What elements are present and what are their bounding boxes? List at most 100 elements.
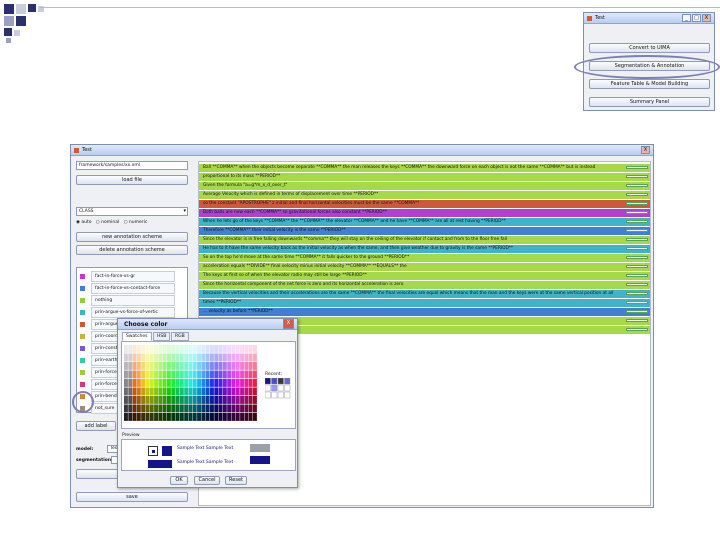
color-swatch[interactable] (154, 362, 158, 370)
color-swatch[interactable] (154, 413, 158, 421)
color-swatch[interactable] (162, 413, 167, 421)
color-swatch[interactable] (184, 379, 189, 387)
color-swatch[interactable] (188, 413, 193, 421)
color-swatch[interactable] (162, 404, 167, 413)
color-swatch[interactable] (248, 353, 253, 362)
color-swatch[interactable] (218, 370, 223, 379)
color-swatch[interactable] (227, 413, 232, 421)
color-swatch[interactable] (179, 362, 184, 370)
color-swatch[interactable] (214, 396, 219, 404)
color-swatch[interactable] (171, 362, 176, 370)
color-swatch[interactable] (128, 387, 133, 396)
segment-row[interactable]: So on the top he'd move at the same time… (199, 254, 650, 262)
color-swatch[interactable] (132, 370, 137, 379)
color-swatch[interactable] (124, 362, 128, 370)
label-color-swatch[interactable] (80, 298, 85, 303)
recent-color-swatch[interactable] (265, 384, 271, 392)
color-swatch[interactable] (210, 387, 214, 396)
color-swatch[interactable] (179, 413, 184, 421)
color-swatch[interactable] (124, 404, 128, 413)
color-swatch[interactable] (240, 404, 244, 413)
color-swatch[interactable] (162, 387, 167, 396)
color-swatch[interactable] (244, 387, 249, 396)
color-swatch[interactable] (214, 362, 219, 370)
color-swatch[interactable] (227, 362, 232, 370)
color-swatch[interactable] (201, 413, 206, 421)
color-swatch[interactable] (197, 345, 201, 353)
maximize-button[interactable]: □ (692, 14, 701, 22)
color-swatch[interactable] (136, 345, 141, 353)
color-swatch[interactable] (145, 345, 150, 353)
color-swatch[interactable] (145, 413, 150, 421)
color-swatch[interactable] (231, 379, 236, 387)
color-swatch[interactable] (240, 345, 244, 353)
color-swatch[interactable] (171, 370, 176, 379)
minimize-button[interactable]: _ (682, 14, 691, 22)
segment-row[interactable]: Average Velocity which is defined in ter… (199, 191, 650, 199)
color-swatch[interactable] (179, 353, 184, 362)
color-swatch[interactable] (162, 353, 167, 362)
color-swatch[interactable] (124, 387, 128, 396)
color-swatch[interactable] (218, 387, 223, 396)
color-swatch[interactable] (231, 370, 236, 379)
color-swatch[interactable] (192, 396, 197, 404)
color-swatch[interactable] (158, 353, 163, 362)
color-swatch[interactable] (154, 353, 158, 362)
color-swatch[interactable] (244, 345, 249, 353)
color-swatch[interactable] (128, 413, 133, 421)
color-swatch[interactable] (253, 396, 257, 404)
color-swatch[interactable] (222, 353, 227, 362)
color-swatch[interactable] (197, 379, 201, 387)
color-swatch[interactable] (253, 353, 257, 362)
color-swatch[interactable] (210, 404, 214, 413)
color-swatch[interactable] (162, 362, 167, 370)
color-swatch[interactable] (188, 370, 193, 379)
color-swatch[interactable] (214, 345, 219, 353)
color-swatch[interactable] (136, 370, 141, 379)
label-color-swatch[interactable] (80, 322, 85, 327)
color-swatch[interactable] (188, 379, 193, 387)
color-swatch[interactable] (175, 404, 180, 413)
color-swatch[interactable] (141, 370, 146, 379)
color-swatch[interactable] (141, 387, 146, 396)
color-swatch[interactable] (184, 396, 189, 404)
color-swatch[interactable] (136, 413, 141, 421)
color-swatch[interactable] (179, 387, 184, 396)
color-swatch[interactable] (124, 413, 128, 421)
color-swatch[interactable] (175, 353, 180, 362)
color-swatch[interactable] (214, 379, 219, 387)
load-file-button[interactable]: load file (76, 175, 188, 185)
recent-color-swatch[interactable] (265, 391, 271, 399)
tab-hsb[interactable]: HSB (153, 332, 171, 341)
color-swatch[interactable] (171, 353, 176, 362)
segment-row[interactable]: times **PERIOD** (199, 299, 650, 307)
color-swatch[interactable] (154, 370, 158, 379)
label-color-swatch[interactable] (80, 334, 85, 339)
color-swatch[interactable] (197, 387, 201, 396)
color-swatch[interactable] (149, 387, 154, 396)
color-swatch[interactable] (244, 396, 249, 404)
color-swatch[interactable] (171, 413, 176, 421)
color-swatch[interactable] (201, 362, 206, 370)
color-swatch[interactable] (197, 404, 201, 413)
color-swatch[interactable] (235, 413, 240, 421)
color-swatch[interactable] (179, 345, 184, 353)
color-swatch[interactable] (184, 404, 189, 413)
color-swatch[interactable] (222, 345, 227, 353)
color-swatch[interactable] (197, 362, 201, 370)
color-swatch[interactable] (167, 379, 171, 387)
color-swatch[interactable] (128, 353, 133, 362)
segment-row[interactable]: When he lets go of the keys **COMMA** th… (199, 218, 650, 226)
color-swatch[interactable] (240, 353, 244, 362)
label-list-item[interactable]: nothing (91, 295, 175, 306)
segment-row[interactable]: acceleration equals **DIVIDE** final vel… (199, 263, 650, 271)
color-swatch[interactable] (205, 396, 210, 404)
color-swatch[interactable] (192, 370, 197, 379)
recent-color-swatch[interactable] (284, 391, 291, 399)
color-swatch[interactable] (235, 345, 240, 353)
color-swatch[interactable] (145, 387, 150, 396)
color-swatch[interactable] (179, 404, 184, 413)
color-swatch[interactable] (145, 404, 150, 413)
color-swatch[interactable] (136, 379, 141, 387)
color-swatch[interactable] (227, 379, 232, 387)
